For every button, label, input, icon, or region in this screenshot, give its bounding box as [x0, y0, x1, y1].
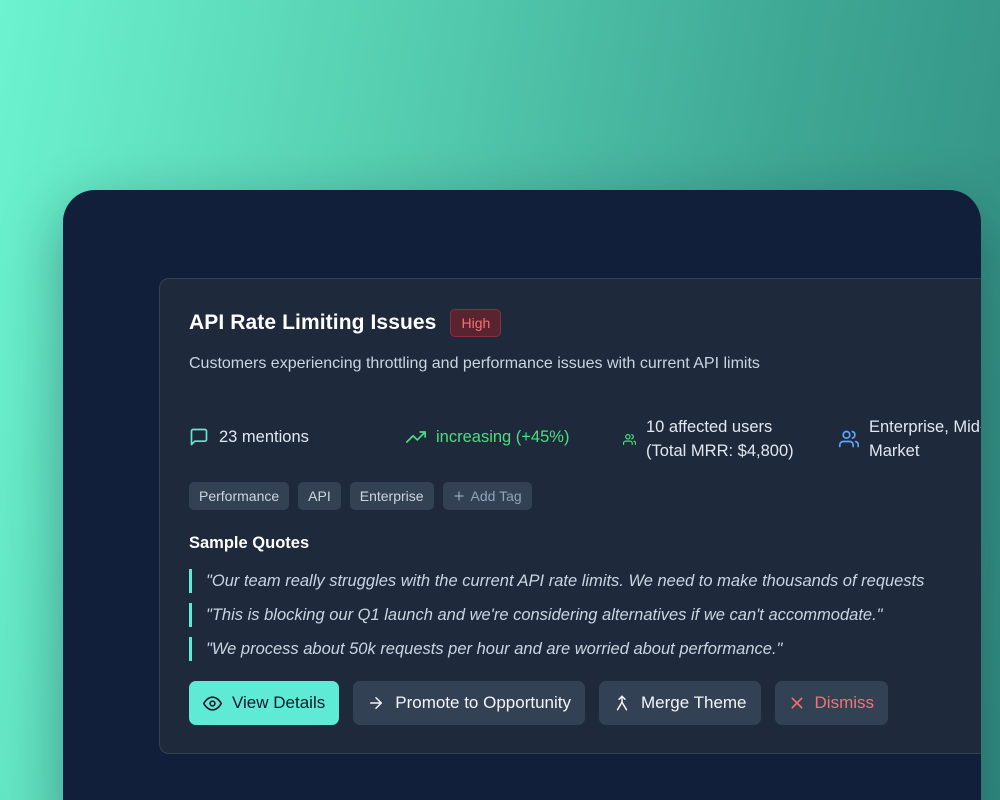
trend-label: increasing (+45%) [436, 427, 570, 446]
trending-up-icon [406, 427, 426, 447]
tag-enterprise[interactable]: Enterprise [349, 482, 434, 510]
add-tag-button[interactable]: Add Tag [442, 482, 532, 510]
dismiss-button[interactable]: Dismiss [774, 681, 889, 725]
view-details-button[interactable]: View Details [189, 681, 340, 725]
affected-users-count: 10 affected users [646, 418, 773, 436]
add-tag-label: Add Tag [470, 488, 522, 504]
message-square-icon [189, 427, 209, 447]
close-icon [789, 695, 805, 711]
users-icon [839, 429, 859, 449]
segment-line-2: Market [869, 442, 920, 460]
tag-list: Performance API Enterprise Add Tag [189, 482, 532, 510]
segment-line-1: Enterprise, Mid- [869, 418, 981, 436]
stat-trend: increasing (+45%) [406, 427, 569, 447]
theme-card: API Rate Limiting Issues High Customers … [159, 278, 981, 754]
merge-label: Merge Theme [641, 693, 747, 712]
eye-icon [203, 694, 222, 713]
priority-badge: High [450, 309, 502, 337]
action-bar: View Details Promote to Opportunity Merg… [189, 681, 889, 725]
merge-icon [613, 694, 631, 712]
theme-description: Customers experiencing throttling and pe… [189, 355, 760, 372]
quote-item: "Our team really struggles with the curr… [189, 569, 981, 593]
promote-label: Promote to Opportunity [395, 693, 571, 712]
total-mrr: (Total MRR: $4,800) [646, 442, 794, 460]
stat-segment: Enterprise, Mid- Market [839, 415, 981, 463]
dismiss-label: Dismiss [814, 693, 875, 712]
sample-quotes-heading: Sample Quotes [189, 534, 310, 552]
app-window: API Rate Limiting Issues High Customers … [63, 190, 981, 800]
stat-affected-users: 10 affected users (Total MRR: $4,800) [623, 415, 794, 463]
title-row: API Rate Limiting Issues High [189, 309, 502, 337]
tag-performance[interactable]: Performance [189, 482, 290, 510]
stat-mentions: 23 mentions [189, 427, 309, 447]
merge-theme-button[interactable]: Merge Theme [599, 681, 761, 725]
plus-icon [453, 490, 465, 502]
view-details-label: View Details [232, 693, 326, 712]
promote-to-opportunity-button[interactable]: Promote to Opportunity [353, 681, 585, 725]
quote-list: "Our team really struggles with the curr… [189, 569, 981, 671]
mentions-count: 23 mentions [219, 427, 309, 446]
users-icon [623, 433, 636, 446]
quote-item: "This is blocking our Q1 launch and we'r… [189, 603, 981, 627]
theme-title: API Rate Limiting Issues [189, 311, 437, 334]
arrow-right-icon [367, 694, 385, 712]
quote-item: "We process about 50k requests per hour … [189, 637, 981, 661]
tag-api[interactable]: API [298, 482, 341, 510]
